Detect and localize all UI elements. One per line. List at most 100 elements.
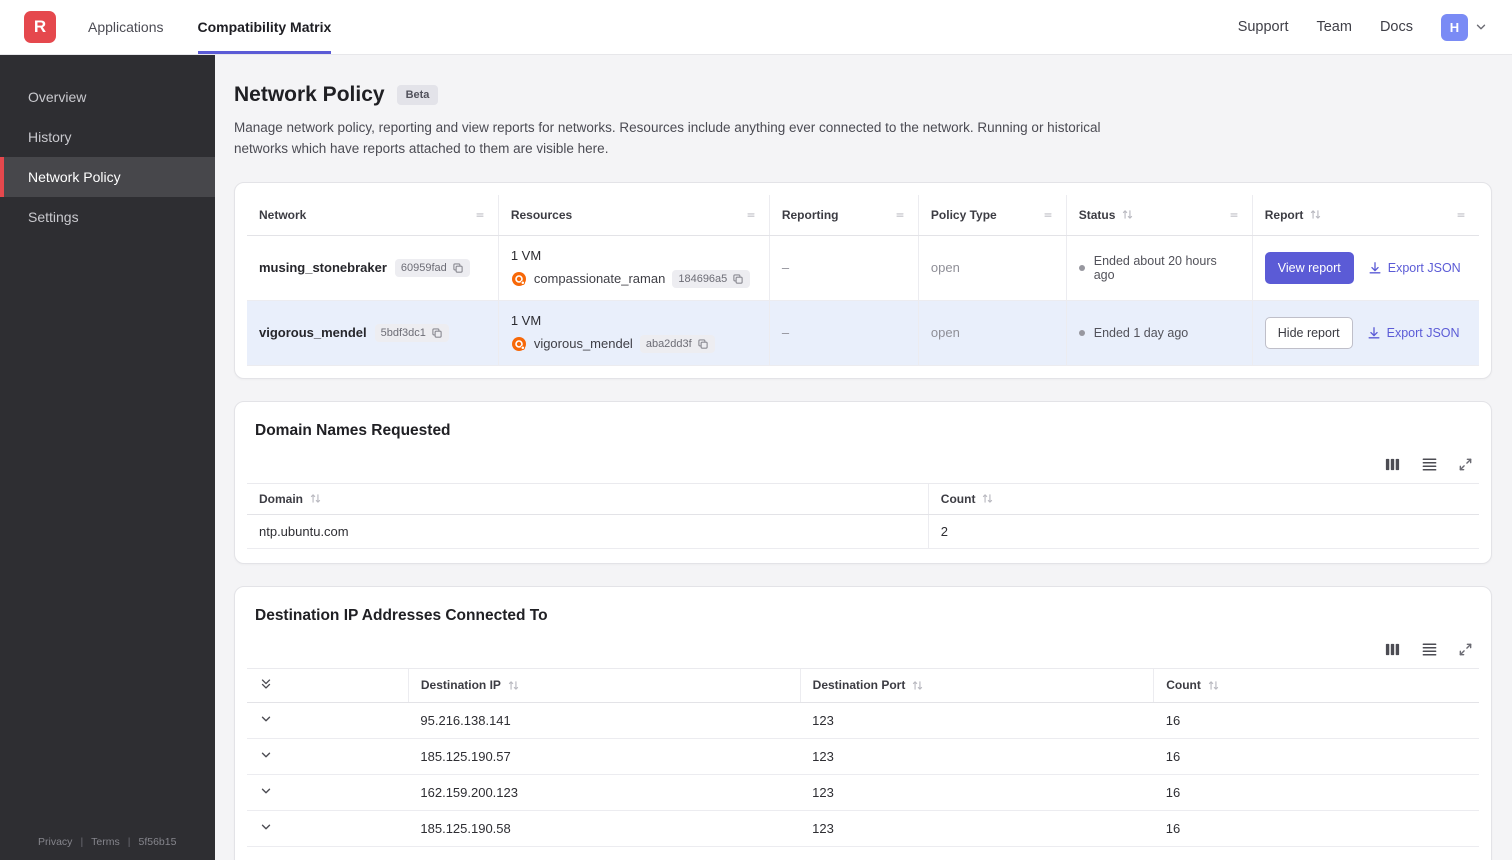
fullscreen-button[interactable] (1458, 456, 1473, 473)
chevron-down-icon (261, 716, 271, 722)
networks-header-row: Network Resources Reporting Policy Type … (247, 194, 1479, 236)
row-expand-button[interactable] (259, 856, 273, 860)
chevron-down-icon (259, 856, 273, 860)
column-resize-handle[interactable] (1455, 209, 1467, 221)
column-header-count[interactable]: Count (1153, 667, 1479, 703)
count-cell: 16 (1153, 738, 1479, 775)
destination-ip-cell: 162.159.200.123 (408, 774, 801, 811)
column-resize-handle[interactable] (474, 209, 486, 221)
column-label: Destination IP (420, 678, 501, 693)
page-title: Network Policy (234, 83, 385, 106)
resource-hash-badge: 184696a5 (672, 269, 751, 288)
nav-support[interactable]: Support (1238, 19, 1289, 35)
policy-type-cell: open (917, 235, 1067, 301)
expander-cell (247, 810, 409, 847)
domains-toolbar (247, 456, 1473, 473)
sort-icon[interactable] (1121, 208, 1134, 221)
destination-row[interactable]: 95.216.138.141 123 16 (247, 702, 1479, 739)
destination-row[interactable]: 185.125.190.57 123 16 (247, 738, 1479, 775)
sort-icon[interactable] (507, 679, 520, 692)
destination-ip-cell: 95.216.138.141 (408, 702, 801, 739)
view-report-button[interactable]: View report (1264, 251, 1354, 284)
row-density-button[interactable] (1421, 641, 1438, 658)
domain-row[interactable]: ntp.ubuntu.com 2 (247, 514, 1479, 549)
network-row[interactable]: musing_stonebraker 60959fad 1 VM compass… (247, 235, 1479, 301)
sidebar-item-history[interactable]: History (0, 117, 215, 157)
nav-docs[interactable]: Docs (1380, 19, 1413, 35)
row-expand-button[interactable] (259, 748, 273, 762)
column-resize-handle[interactable] (1042, 209, 1054, 221)
export-json-link[interactable]: Export JSON (1367, 326, 1460, 340)
copy-icon[interactable] (697, 338, 709, 350)
column-header-network[interactable]: Network (247, 194, 499, 236)
row-expand-button[interactable] (259, 712, 273, 726)
topbar-right: Support Team Docs H (1238, 0, 1488, 54)
chevron-down-icon (1476, 24, 1486, 30)
column-header-status[interactable]: Status (1065, 194, 1253, 236)
sort-icon[interactable] (981, 492, 994, 505)
column-header-policy-type[interactable]: Policy Type (917, 194, 1067, 236)
sidebar-item-settings[interactable]: Settings (0, 197, 215, 237)
column-header-expander[interactable] (247, 667, 409, 703)
networks-table: Network Resources Reporting Policy Type … (247, 194, 1479, 366)
status-cell: Ended 1 day ago (1065, 300, 1253, 366)
destination-row[interactable]: 162.159.200.123 123 16 (247, 774, 1479, 811)
expander-cell (247, 738, 409, 775)
copy-icon[interactable] (452, 262, 464, 274)
user-menu[interactable]: H (1441, 13, 1488, 41)
app-logo[interactable]: R (24, 11, 56, 43)
column-resize-handle[interactable] (894, 209, 906, 221)
row-expand-button[interactable] (259, 820, 273, 834)
nav-team[interactable]: Team (1316, 19, 1351, 35)
network-name: musing_stonebraker (259, 260, 387, 276)
columns-button[interactable] (1384, 641, 1401, 658)
column-header-count[interactable]: Count (927, 482, 1479, 515)
destinations-card-title: Destination IP Addresses Connected To (255, 606, 548, 624)
column-resize-handle[interactable] (1228, 209, 1240, 221)
networks-card: Network Resources Reporting Policy Type … (234, 181, 1492, 379)
copy-icon[interactable] (732, 273, 744, 285)
copy-icon[interactable] (431, 327, 443, 339)
export-json-link[interactable]: Export JSON (1368, 261, 1461, 275)
network-row[interactable]: vigorous_mendel 5bdf3dc1 1 VM vigorous_m… (247, 300, 1479, 366)
fullscreen-button[interactable] (1458, 641, 1473, 658)
column-header-destination-ip[interactable]: Destination IP (407, 667, 801, 703)
sort-icon[interactable] (911, 679, 924, 692)
column-label: Policy Type (930, 207, 997, 222)
nav-compatibility-matrix[interactable]: Compatibility Matrix (197, 0, 332, 54)
network-name-cell: musing_stonebraker 60959fad (247, 235, 499, 301)
nav-applications[interactable]: Applications (88, 0, 164, 54)
expand-all-button[interactable] (259, 677, 273, 691)
column-header-report[interactable]: Report (1251, 194, 1479, 236)
privacy-link[interactable]: Privacy (38, 836, 72, 848)
row-expand-button[interactable] (259, 784, 273, 798)
columns-button[interactable] (1384, 456, 1401, 473)
hide-report-button[interactable]: Hide report (1264, 316, 1353, 349)
destination-port-cell: 123 (800, 774, 1154, 811)
rows-icon (1422, 643, 1437, 656)
sidebar-item-network-policy[interactable]: Network Policy (0, 157, 215, 197)
count-cell: 16 (1153, 702, 1479, 739)
resources-cell: 1 VM compassionate_raman 184696a5 (497, 235, 770, 301)
sort-icon[interactable] (1309, 208, 1322, 221)
network-name: vigorous_mendel (259, 325, 367, 341)
column-header-reporting[interactable]: Reporting (768, 194, 919, 236)
reporting-cell: – (768, 300, 919, 366)
sort-icon[interactable] (1207, 679, 1220, 692)
status-dot-icon (1078, 329, 1085, 336)
sort-icon[interactable] (309, 492, 322, 505)
download-icon (1369, 261, 1381, 274)
chevron-down-icon (261, 752, 271, 758)
status-cell: Ended about 20 hours ago (1065, 235, 1253, 301)
destination-row[interactable]: 185.125.190.58 123 16 (247, 810, 1479, 847)
column-label: Resources (510, 207, 573, 222)
sidebar-item-overview[interactable]: Overview (0, 77, 215, 117)
column-header-domain[interactable]: Domain (247, 482, 929, 515)
column-resize-handle[interactable] (745, 209, 757, 221)
row-density-button[interactable] (1421, 456, 1438, 473)
resource-hash: aba2dd3f (645, 337, 692, 350)
column-header-resources[interactable]: Resources (497, 194, 770, 236)
column-header-destination-port[interactable]: Destination Port (799, 667, 1154, 703)
destination-row[interactable]: 95.216.100.21 123 16 (247, 846, 1479, 860)
terms-link[interactable]: Terms (91, 836, 120, 848)
